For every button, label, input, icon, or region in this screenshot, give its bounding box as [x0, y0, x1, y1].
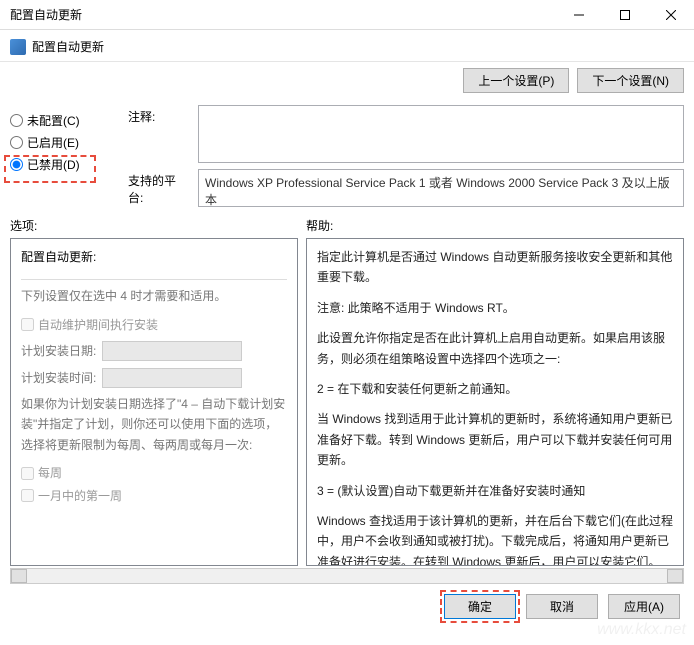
page-title: 配置自动更新	[32, 38, 104, 55]
options-label: 选项:	[10, 217, 306, 234]
install-day-select	[102, 341, 242, 361]
chk-first-week-label: 一月中的第一周	[38, 486, 122, 506]
install-time-label: 计划安装时间:	[21, 368, 96, 388]
radio-enabled-label[interactable]: 已启用(E)	[27, 134, 79, 151]
radio-not-configured[interactable]	[10, 114, 23, 127]
window-controls	[556, 0, 694, 30]
chk-maintenance-label: 自动维护期间执行安装	[38, 315, 158, 335]
chk-first-week	[21, 489, 34, 502]
help-p2: 注意: 此策略不适用于 Windows RT。	[317, 298, 673, 318]
supported-textarea	[198, 169, 684, 207]
radio-enabled[interactable]	[10, 136, 23, 149]
options-header: 配置自动更新:	[21, 247, 287, 267]
cancel-button[interactable]: 取消	[526, 594, 598, 619]
chk-weekly-label: 每周	[38, 463, 62, 483]
chk-maintenance	[21, 318, 34, 331]
options-note: 下列设置仅在选中 4 时才需要和适用。	[21, 286, 287, 306]
next-setting-button[interactable]: 下一个设置(N)	[577, 68, 684, 93]
help-p5: 当 Windows 找到适用于此计算机的更新时，系统将通知用户更新已准备好下载。…	[317, 409, 673, 470]
help-p3: 此设置允许你指定是否在此计算机上启用自动更新。如果启用该服务，则必须在组策略设置…	[317, 328, 673, 369]
minimize-icon[interactable]	[556, 0, 602, 30]
radio-not-configured-label[interactable]: 未配置(C)	[27, 112, 80, 129]
close-icon[interactable]	[648, 0, 694, 30]
radio-disabled-label[interactable]: 已禁用(D)	[27, 156, 80, 173]
help-label: 帮助:	[306, 217, 333, 234]
ok-button[interactable]: 确定	[444, 594, 516, 619]
prev-setting-button[interactable]: 上一个设置(P)	[463, 68, 569, 93]
radio-disabled[interactable]	[10, 158, 23, 171]
apply-button[interactable]: 应用(A)	[608, 594, 680, 619]
help-p1: 指定此计算机是否通过 Windows 自动更新服务接收安全更新和其他重要下载。	[317, 247, 673, 288]
install-time-select	[102, 368, 242, 388]
help-panel[interactable]: 指定此计算机是否通过 Windows 自动更新服务接收安全更新和其他重要下载。 …	[306, 238, 684, 566]
help-p6: 3 = (默认设置)自动下载更新并在准备好安装时通知	[317, 481, 673, 501]
chk-weekly	[21, 467, 34, 480]
options-panel[interactable]: 配置自动更新: 下列设置仅在选中 4 时才需要和适用。 自动维护期间执行安装 计…	[10, 238, 298, 566]
horizontal-scrollbar[interactable]	[10, 568, 684, 584]
policy-icon	[10, 39, 26, 55]
comment-label: 注释:	[128, 105, 190, 125]
help-p4: 2 = 在下载和安装任何更新之前通知。	[317, 379, 673, 399]
install-day-label: 计划安装日期:	[21, 341, 96, 361]
window-title: 配置自动更新	[10, 6, 556, 23]
plan-note: 如果你为计划安装日期选择了"4 – 自动下载计划安装"并指定了计划，则你还可以使…	[21, 394, 287, 455]
supported-label: 支持的平台:	[128, 169, 190, 206]
divider	[21, 279, 287, 280]
help-p7: Windows 查找适用于该计算机的更新，并在后台下载它们(在此过程中，用户不会…	[317, 511, 673, 566]
maximize-icon[interactable]	[602, 0, 648, 30]
comment-textarea[interactable]	[198, 105, 684, 163]
